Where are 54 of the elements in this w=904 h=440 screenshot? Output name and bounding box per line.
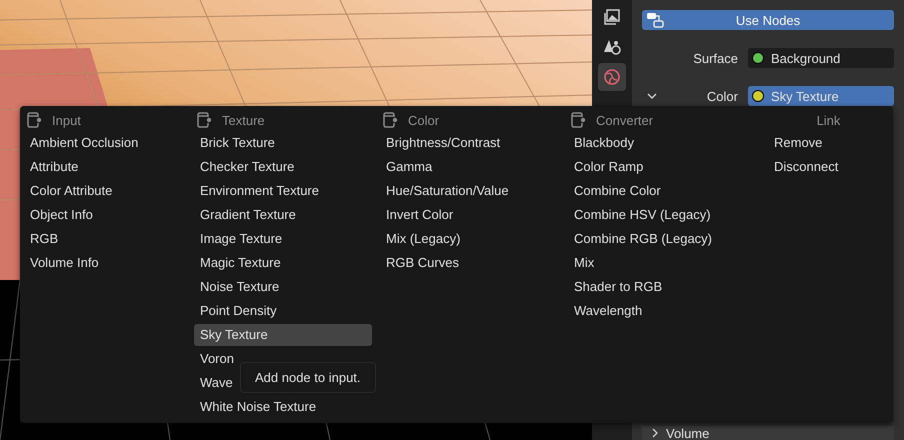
- menu-item[interactable]: Environment Texture: [194, 180, 372, 202]
- menu-item[interactable]: Noise Texture: [194, 276, 372, 298]
- property-label: Surface: [692, 50, 739, 66]
- menu-item[interactable]: Blackbody: [568, 132, 760, 154]
- node-field[interactable]: Sky Texture: [748, 86, 894, 106]
- menu-item[interactable]: Brightness/Contrast: [380, 132, 560, 154]
- menu-item[interactable]: Combine Color: [568, 180, 760, 202]
- menu-item[interactable]: Combine RGB (Legacy): [568, 228, 760, 250]
- node-icon: [196, 112, 212, 128]
- menu-item[interactable]: Sky Texture: [194, 324, 372, 346]
- menu-item[interactable]: Point Density: [194, 300, 372, 322]
- menu-item[interactable]: Hue/Saturation/Value: [380, 180, 560, 202]
- menu-item[interactable]: Color Attribute: [24, 180, 186, 202]
- menu-item[interactable]: Brick Texture: [194, 132, 372, 154]
- nodes-icon: [646, 12, 664, 28]
- menu-item[interactable]: Checker Texture: [194, 156, 372, 178]
- menu-item[interactable]: RGB: [24, 228, 186, 250]
- menu-item[interactable]: Magic Texture: [194, 252, 372, 274]
- menu-item[interactable]: Object Info: [24, 204, 186, 226]
- menu-item[interactable]: Mix: [568, 252, 760, 274]
- menu-item[interactable]: Gradient Texture: [194, 204, 372, 226]
- menu-item[interactable]: Volume Info: [24, 252, 186, 274]
- globe-icon: [603, 68, 621, 86]
- menu-item[interactable]: Image Texture: [194, 228, 372, 250]
- menu-item[interactable]: Invert Color: [380, 204, 560, 226]
- menu-item[interactable]: Combine HSV (Legacy): [568, 204, 760, 226]
- node-icon: [570, 112, 586, 128]
- menu-item[interactable]: Wavelength: [568, 300, 760, 322]
- node-icon: [382, 112, 398, 128]
- menu-item[interactable]: Gamma: [380, 156, 560, 178]
- tooltip: Add node to input.: [240, 362, 376, 393]
- panel-title: Volume: [666, 426, 710, 440]
- menu-heading: Texture: [222, 112, 265, 128]
- node-field[interactable]: Background: [748, 48, 894, 68]
- menu-heading: Link: [816, 112, 840, 128]
- menu-heading: Input: [52, 112, 81, 128]
- menu-item[interactable]: White Noise Texture: [194, 396, 372, 418]
- panel-header[interactable]: Volume: [642, 426, 894, 440]
- menu-heading: Color: [408, 112, 440, 128]
- menu-item[interactable]: Ambient Occlusion: [24, 132, 186, 154]
- node-icon: [26, 112, 42, 128]
- menu-item[interactable]: Color Ramp: [568, 156, 760, 178]
- menu-item[interactable]: Shader to RGB: [568, 276, 760, 298]
- menu-item[interactable]: Disconnect: [768, 156, 887, 178]
- menu-item[interactable]: Remove: [768, 132, 887, 154]
- menu-item[interactable]: Attribute: [24, 156, 186, 178]
- use-nodes-button[interactable]: Use Nodes: [642, 10, 894, 30]
- menu-item[interactable]: RGB Curves: [380, 252, 560, 274]
- shapes-icon: [603, 38, 621, 56]
- menu-heading: Converter: [596, 112, 654, 128]
- chevron-icon[interactable]: [647, 91, 657, 101]
- property-label: Color: [706, 88, 739, 104]
- image-icon: [603, 8, 621, 26]
- menu-item[interactable]: Mix (Legacy): [380, 228, 560, 250]
